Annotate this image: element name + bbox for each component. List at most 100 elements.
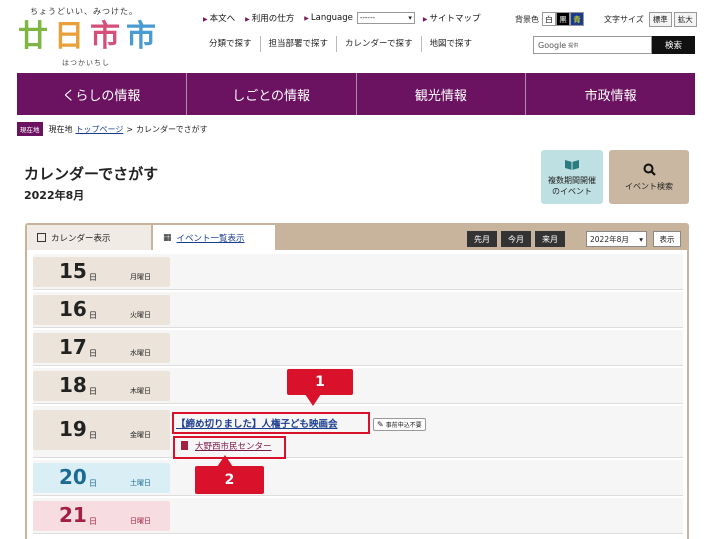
subnav-category-link[interactable]: 分類で探す bbox=[203, 36, 260, 52]
background-color-switch: 背景色 白 黒 青 bbox=[515, 12, 584, 26]
day-cell: 15 日 月曜日 bbox=[33, 257, 170, 287]
bg-black-button[interactable]: 黒 bbox=[556, 12, 570, 26]
day-weekday: 土曜日 bbox=[130, 479, 151, 487]
day-weekday: 火曜日 bbox=[130, 311, 151, 319]
day-weekday: 日曜日 bbox=[130, 517, 151, 525]
search-placeholder-small: 提供 bbox=[568, 42, 579, 49]
day-suffix: 日 bbox=[89, 273, 97, 282]
multi-period-label-1: 複数期間開催 bbox=[548, 175, 596, 185]
day-row: 17 日 水曜日 bbox=[33, 330, 683, 366]
day-number: 20 bbox=[59, 465, 87, 489]
day-cell: 17 日 水曜日 bbox=[33, 333, 170, 363]
subnav-map-link[interactable]: 地図で探す bbox=[420, 36, 481, 52]
tab-calendar-view[interactable]: カレンダー表示 bbox=[27, 225, 151, 250]
font-size-label: 文字サイズ bbox=[604, 15, 644, 24]
site-search: Google 提供 検索 bbox=[533, 36, 695, 54]
day-suffix: 日 bbox=[89, 431, 97, 440]
language-select-value: ------ bbox=[359, 14, 376, 22]
font-standard-button[interactable]: 標準 bbox=[648, 12, 672, 27]
tab-event-list-label: イベント一覧表示 bbox=[176, 233, 245, 244]
logo-char: 市 bbox=[90, 19, 120, 54]
no-registration-badge: ✎ 事前申込不要 bbox=[373, 418, 426, 431]
site-logo[interactable]: ちょうどいい、みつけた。 廿 日 市 市 はつかいちし bbox=[14, 4, 174, 67]
language-label: Language bbox=[304, 13, 353, 23]
list-icon: ▦ bbox=[163, 232, 172, 243]
day-number: 17 bbox=[59, 335, 87, 359]
logo-ruby: はつかいちし bbox=[62, 59, 110, 67]
font-size-switch: 文字サイズ 標準 拡大 bbox=[604, 12, 697, 27]
search-input[interactable]: Google 提供 bbox=[533, 36, 652, 54]
chevron-down-icon: ▾ bbox=[639, 234, 643, 244]
day-weekday: 木曜日 bbox=[130, 387, 151, 395]
day-row: 18 日 木曜日 bbox=[33, 368, 683, 404]
language-select[interactable]: ------ ▾ bbox=[356, 12, 415, 24]
sitemap-link[interactable]: サイトマップ bbox=[423, 12, 480, 24]
day-weekday: 水曜日 bbox=[130, 349, 151, 357]
logo-char: 廿 bbox=[18, 19, 48, 54]
show-button[interactable]: 表示 bbox=[653, 231, 681, 247]
day-cell: 19 日 金曜日 bbox=[33, 410, 170, 450]
event-search-label: イベント検索 bbox=[625, 181, 673, 191]
nav-living[interactable]: くらしの情報 bbox=[17, 73, 186, 115]
search-icon bbox=[643, 163, 656, 178]
day-suffix: 日 bbox=[89, 517, 97, 526]
day-cell: 21 日 日曜日 bbox=[33, 501, 170, 531]
nav-city-government[interactable]: 市政情報 bbox=[525, 73, 695, 115]
subnav-calendar-link[interactable]: カレンダーで探す bbox=[336, 36, 421, 52]
day-suffix: 日 bbox=[89, 479, 97, 488]
breadcrumb-prefix: 現在地 bbox=[48, 124, 73, 134]
top-links: 本文へ 利用の仕方 Language ------ ▾ サイトマップ bbox=[203, 12, 491, 24]
next-month-button[interactable]: 来月 bbox=[535, 231, 565, 247]
search-placeholder: Google bbox=[538, 40, 567, 50]
breadcrumb-top-link[interactable]: トップページ bbox=[76, 124, 124, 135]
month-select[interactable]: 2022年8月 ▾ bbox=[586, 231, 647, 247]
day-cell: 18 日 木曜日 bbox=[33, 371, 170, 401]
sub-nav: 分類で探す 担当部署で探す カレンダーで探す 地図で探す bbox=[203, 36, 480, 52]
multi-period-events-button[interactable]: 複数期間開催 のイベント bbox=[541, 150, 603, 204]
page-month: 2022年8月 bbox=[24, 189, 85, 202]
book-icon bbox=[564, 158, 580, 172]
breadcrumb: 現在地 現在地 トップページ > カレンダーでさがす bbox=[17, 122, 208, 136]
logo-char: 市 bbox=[126, 19, 156, 54]
logo-tagline: ちょうどいい、みつけた。 bbox=[30, 7, 138, 16]
day-weekday: 月曜日 bbox=[130, 273, 151, 281]
day-number: 21 bbox=[59, 503, 87, 527]
calendar-icon bbox=[37, 233, 46, 242]
day-suffix: 日 bbox=[89, 311, 97, 320]
breadcrumb-current: カレンダーでさがす bbox=[136, 124, 208, 134]
main-nav: くらしの情報 しごとの情報 観光情報 市政情報 bbox=[17, 73, 695, 115]
day-suffix: 日 bbox=[89, 349, 97, 358]
day-row: 21 日 日曜日 bbox=[33, 498, 683, 534]
usage-link[interactable]: 利用の仕方 bbox=[245, 12, 295, 24]
month-nav: 先月 今月 来月 bbox=[467, 231, 569, 247]
font-large-button[interactable]: 拡大 bbox=[673, 12, 697, 27]
skip-to-content-link[interactable]: 本文へ bbox=[203, 12, 236, 24]
logo-char: 日 bbox=[54, 19, 84, 54]
day-suffix: 日 bbox=[89, 387, 97, 396]
bg-color-label: 背景色 bbox=[515, 14, 539, 24]
callout-2: 2 bbox=[195, 455, 264, 494]
chevron-down-icon: ▾ bbox=[408, 14, 412, 22]
event-search-button[interactable]: イベント検索 bbox=[609, 150, 689, 204]
day-number: 19 bbox=[59, 417, 87, 441]
day-number: 16 bbox=[59, 297, 87, 321]
subnav-department-link[interactable]: 担当部署で探す bbox=[259, 36, 337, 52]
current-location-badge: 現在地 bbox=[17, 122, 43, 136]
day-cell: 20 日 土曜日 bbox=[33, 463, 170, 493]
day-row: 20 日 土曜日 bbox=[33, 460, 683, 496]
prev-month-button[interactable]: 先月 bbox=[467, 231, 497, 247]
tab-calendar-label: カレンダー表示 bbox=[51, 233, 111, 244]
page-title: カレンダーでさがす bbox=[24, 165, 159, 183]
nav-tourism[interactable]: 観光情報 bbox=[355, 73, 526, 115]
bg-white-button[interactable]: 白 bbox=[542, 12, 556, 26]
nav-work[interactable]: しごとの情報 bbox=[185, 73, 356, 115]
multi-period-label-2: のイベント bbox=[552, 186, 592, 196]
tab-event-list[interactable]: ▦ イベント一覧表示 bbox=[153, 225, 275, 250]
bg-blue-button[interactable]: 青 bbox=[570, 12, 584, 26]
breadcrumb-separator: > bbox=[126, 124, 134, 134]
logo-wordmark: 廿 日 市 市 bbox=[16, 20, 158, 54]
this-month-button[interactable]: 今月 bbox=[501, 231, 531, 247]
search-button[interactable]: 検索 bbox=[652, 36, 695, 54]
no-registration-label: 事前申込不要 bbox=[385, 422, 422, 429]
callout-1: 1 bbox=[287, 369, 353, 406]
